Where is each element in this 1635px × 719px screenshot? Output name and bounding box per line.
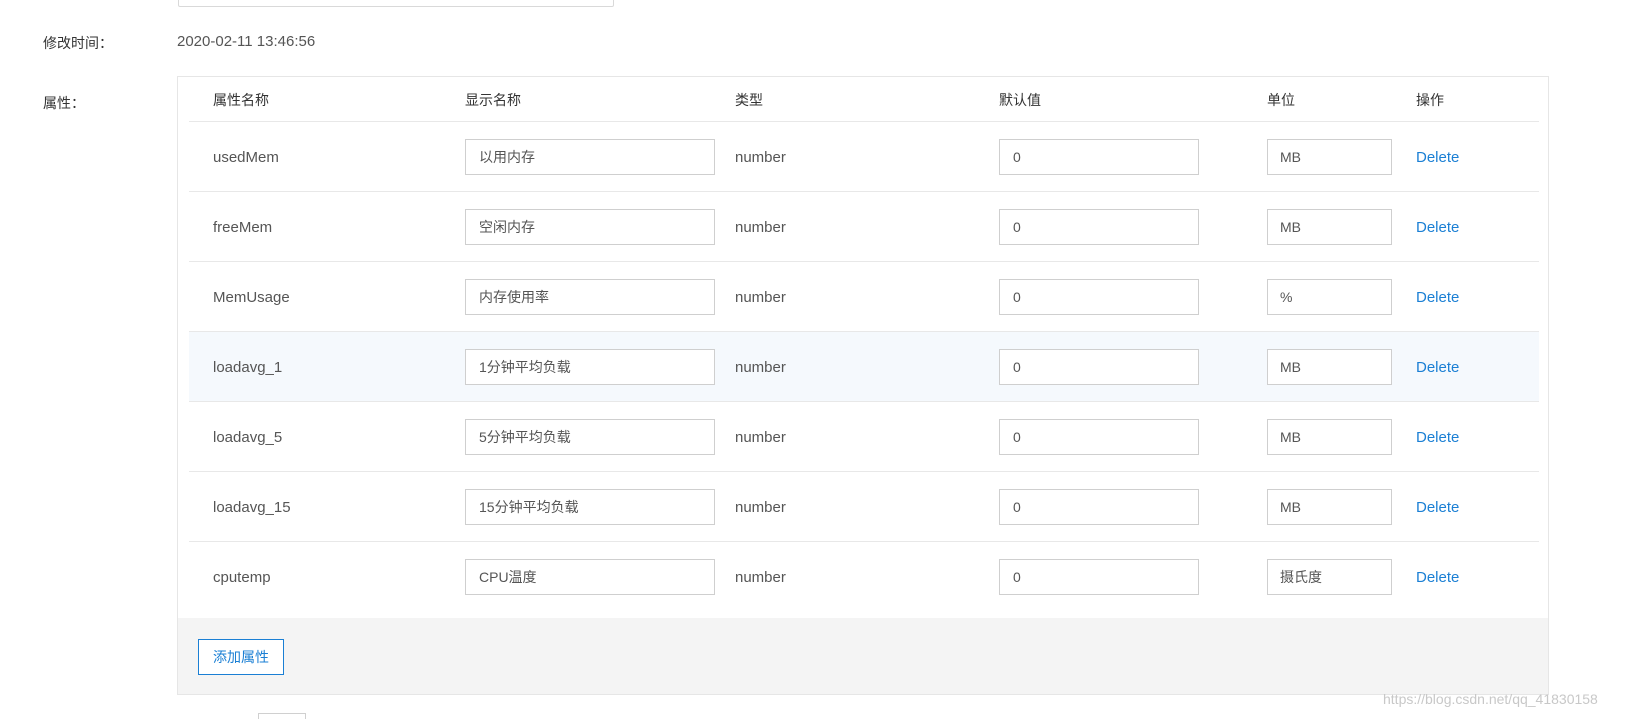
table-row: freeMem number Delete [189,192,1539,262]
property-name: loadavg_15 [213,499,291,516]
display-name-input[interactable] [465,559,715,595]
column-header-action: 操作 [1416,92,1444,108]
add-property-button[interactable]: 添加属性 [198,639,284,675]
column-header-display: 显示名称 [465,92,521,108]
property-name: loadavg_1 [213,359,283,376]
column-header-unit: 单位 [1267,92,1295,108]
default-value-input[interactable] [999,209,1199,245]
table-row: MemUsage number Delete [189,262,1539,332]
unit-input[interactable] [1267,209,1392,245]
display-name-input[interactable] [465,489,715,525]
default-value-input[interactable] [999,139,1199,175]
property-name: loadavg_5 [213,429,283,446]
modified-time-value: 2020-02-11 13:46:56 [177,33,316,50]
column-header-default: 默认值 [999,92,1041,108]
default-value-input[interactable] [999,419,1199,455]
properties-panel: 属性名称 显示名称 类型 默认值 单位 操作 usedMem number De… [177,76,1549,695]
bottom-button-edge[interactable] [258,713,306,719]
properties-label: 属性： [43,95,85,111]
property-name: MemUsage [213,289,290,306]
panel-footer: 添加属性 [178,618,1548,694]
top-field-input[interactable] [178,0,614,7]
default-value-input[interactable] [999,279,1199,315]
display-name-input[interactable] [465,419,715,455]
watermark-text: https://blog.csdn.net/qq_41830158 [1383,691,1598,707]
delete-link[interactable]: Delete [1416,359,1459,376]
property-name: usedMem [213,149,279,166]
delete-link[interactable]: Delete [1416,569,1459,586]
default-value-input[interactable] [999,489,1199,525]
delete-link[interactable]: Delete [1416,219,1459,236]
properties-table: 属性名称 显示名称 类型 默认值 单位 操作 usedMem number De… [189,77,1539,612]
default-value-input[interactable] [999,559,1199,595]
table-header: 属性名称 显示名称 类型 默认值 单位 操作 [189,77,1539,122]
column-header-type: 类型 [735,92,763,108]
display-name-input[interactable] [465,349,715,385]
unit-input[interactable] [1267,559,1392,595]
property-type: number [735,289,786,306]
display-name-input[interactable] [465,279,715,315]
table-row: loadavg_1 number Delete [189,332,1539,402]
property-type: number [735,499,786,516]
display-name-input[interactable] [465,139,715,175]
display-name-input[interactable] [465,209,715,245]
delete-link[interactable]: Delete [1416,499,1459,516]
property-type: number [735,569,786,586]
table-row: cputemp number Delete [189,542,1539,612]
unit-input[interactable] [1267,419,1392,455]
modified-time-label: 修改时间： [43,35,113,51]
unit-input[interactable] [1267,279,1392,315]
table-row: loadavg_15 number Delete [189,472,1539,542]
unit-input[interactable] [1267,489,1392,525]
default-value-input[interactable] [999,349,1199,385]
property-type: number [735,429,786,446]
delete-link[interactable]: Delete [1416,149,1459,166]
column-header-name: 属性名称 [213,92,269,108]
property-name: freeMem [213,219,273,236]
table-row: usedMem number Delete [189,122,1539,192]
property-name: cputemp [213,569,271,586]
delete-link[interactable]: Delete [1416,289,1459,306]
property-type: number [735,359,786,376]
property-type: number [735,219,786,236]
unit-input[interactable] [1267,139,1392,175]
property-type: number [735,149,786,166]
delete-link[interactable]: Delete [1416,429,1459,446]
table-row: loadavg_5 number Delete [189,402,1539,472]
unit-input[interactable] [1267,349,1392,385]
